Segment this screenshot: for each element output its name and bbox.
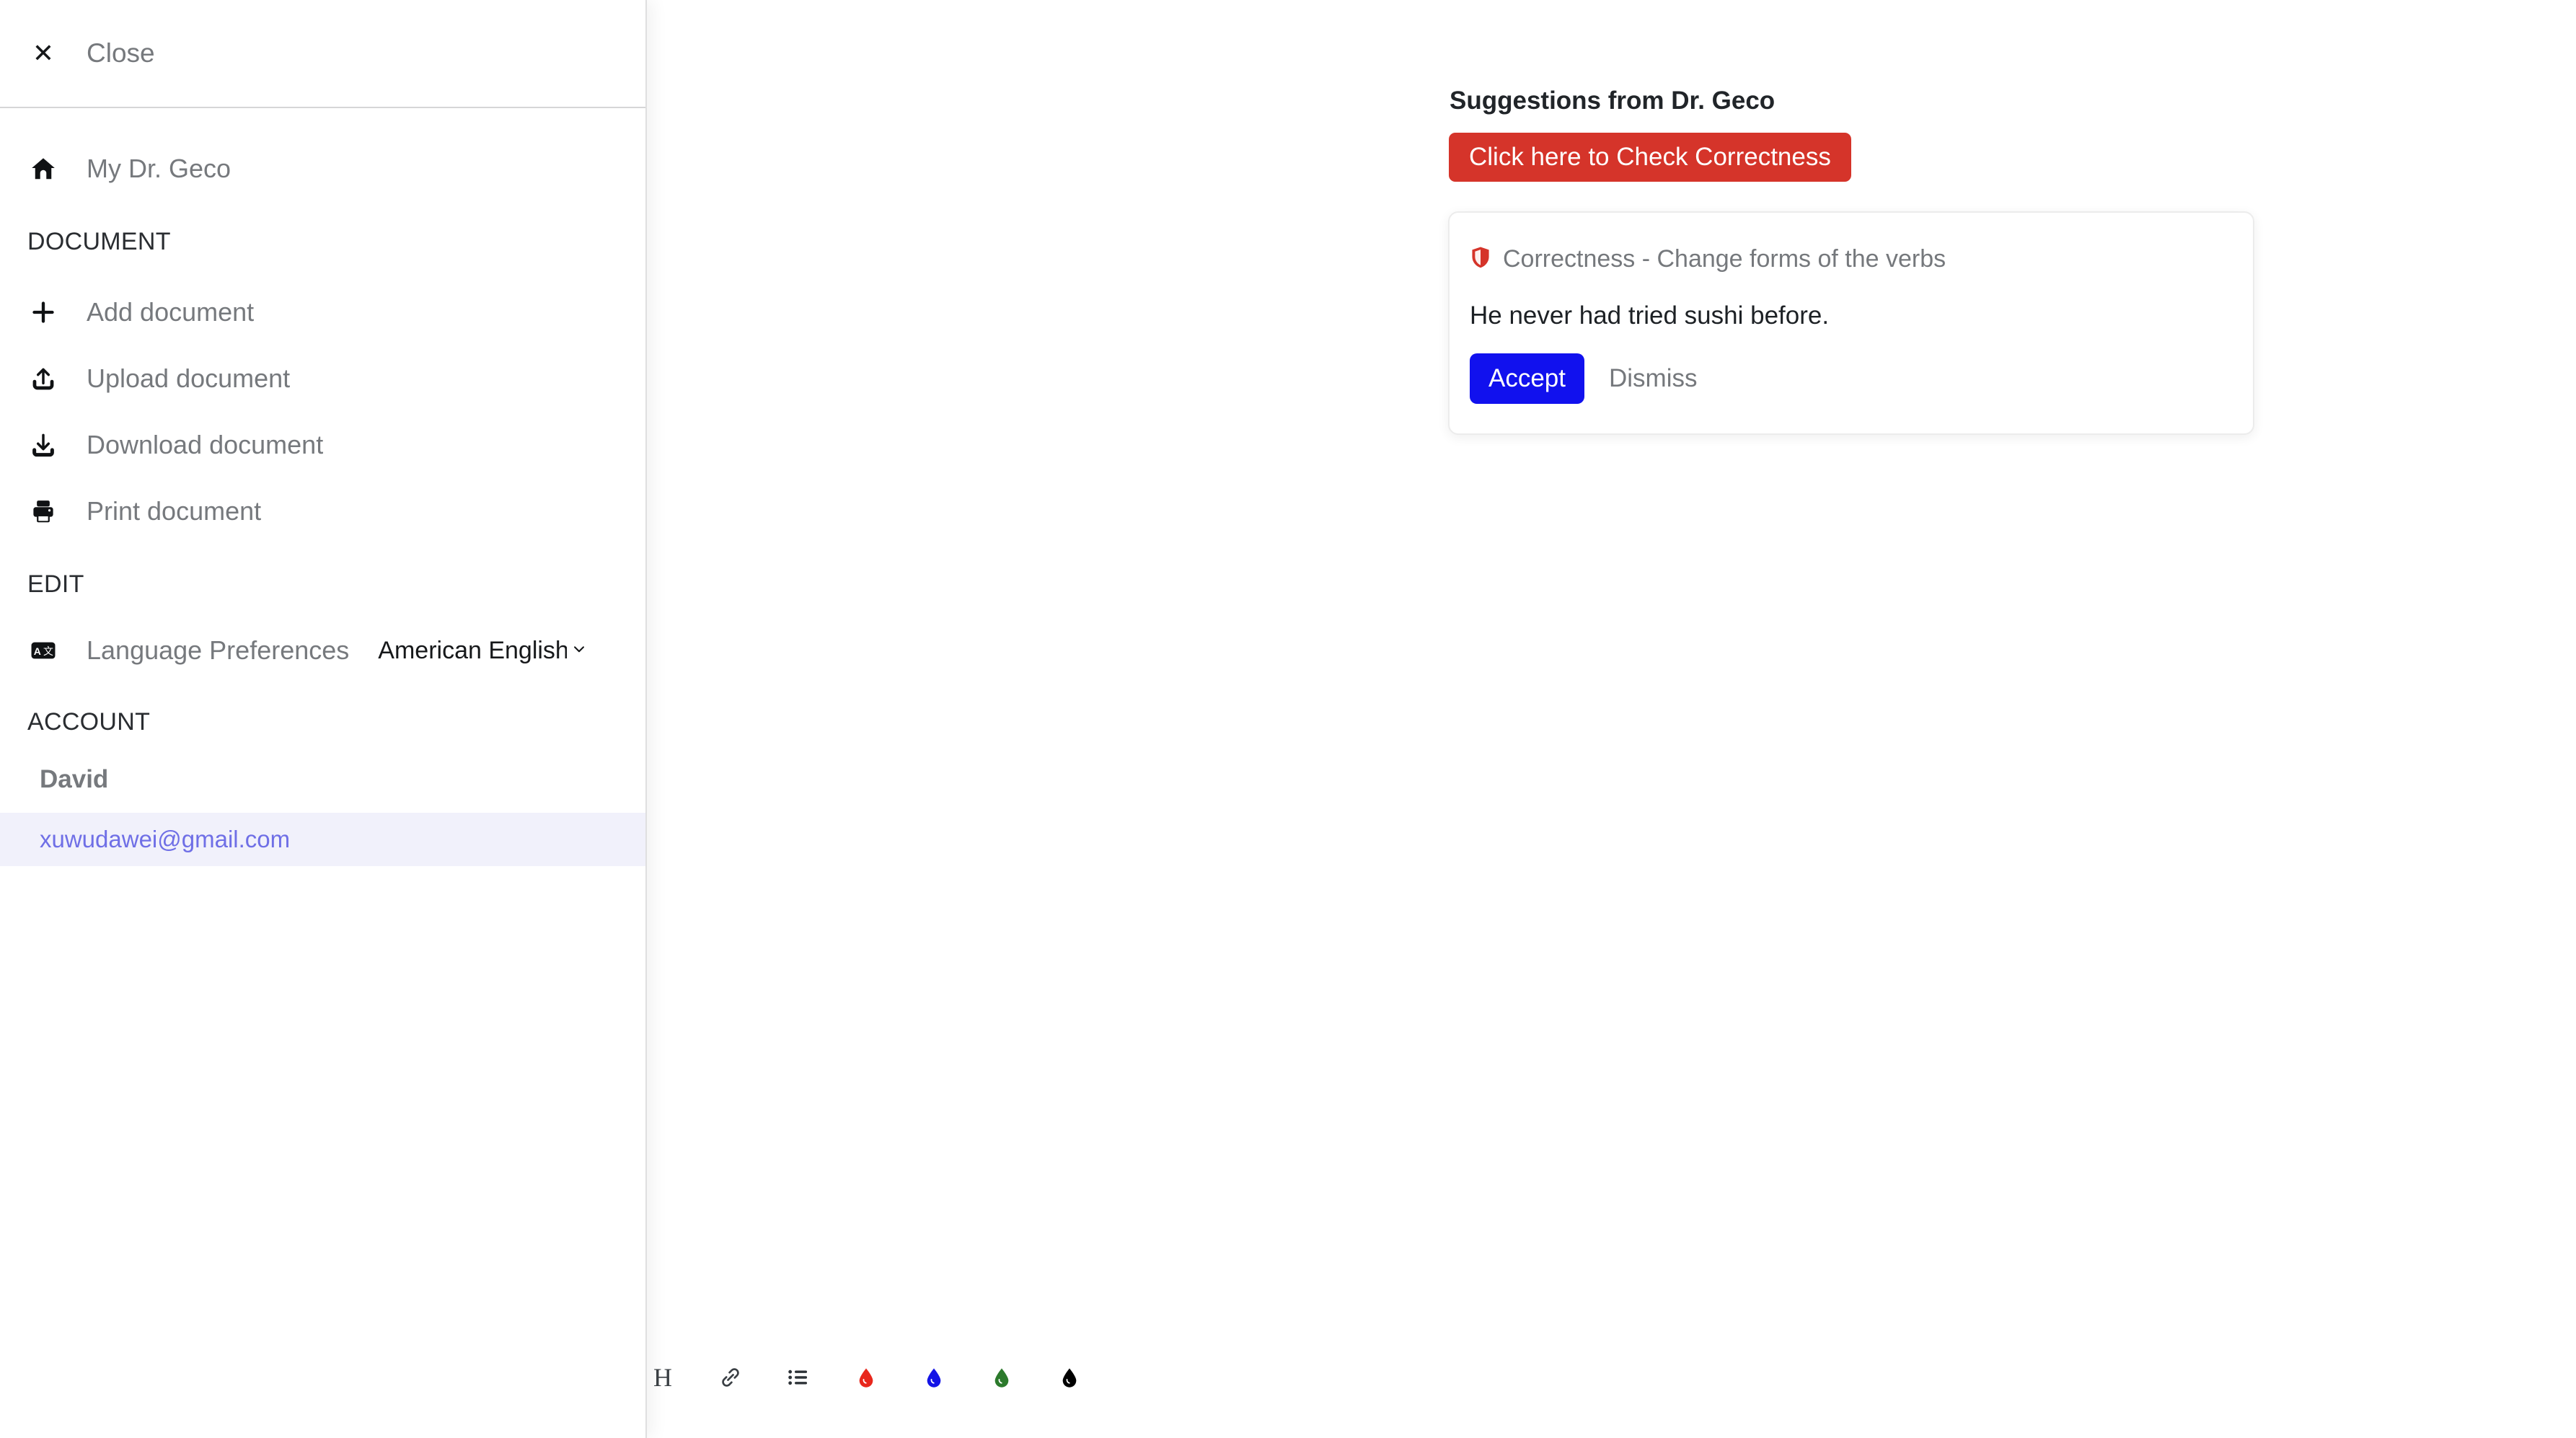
- settings-drawer: ✕ Close My Dr. Geco DOCUMENT Add documen…: [0, 0, 647, 1438]
- account-email: xuwudawei@gmail.com: [40, 826, 291, 852]
- suggestion-actions: Accept Dismiss: [1470, 353, 1701, 404]
- nav-item-add-document[interactable]: Add document: [0, 279, 645, 345]
- heading-glyph: H: [653, 1363, 672, 1392]
- suggestion-card: Correctness - Change forms of the verbs …: [1448, 211, 2254, 435]
- printer-icon: [0, 498, 87, 525]
- highlight-blue-icon[interactable]: [920, 1364, 948, 1391]
- suggestion-category-label: Correctness - Change forms of the verbs: [1503, 245, 1946, 273]
- shield-icon: [1470, 246, 1491, 273]
- svg-text:A: A: [34, 645, 41, 657]
- nav-item-label: Language Preferences: [87, 635, 350, 665]
- language-select[interactable]: American English: [378, 637, 588, 665]
- accept-button[interactable]: Accept: [1470, 353, 1584, 404]
- highlight-red-icon[interactable]: [852, 1364, 880, 1391]
- section-header-edit: EDIT: [27, 570, 84, 598]
- heading-icon[interactable]: H: [649, 1364, 676, 1391]
- check-correctness-button[interactable]: Click here to Check Correctness: [1449, 133, 1851, 182]
- translate-icon: A 文: [0, 639, 87, 662]
- suggestion-category: Correctness - Change forms of the verbs: [1470, 245, 1946, 273]
- bullet-list-icon[interactable]: [785, 1364, 812, 1391]
- nav-item-language-preferences[interactable]: A 文 Language Preferences American Englis…: [0, 617, 645, 684]
- close-label[interactable]: Close: [87, 38, 155, 69]
- nav-item-upload-document[interactable]: Upload document: [0, 345, 645, 412]
- link-icon[interactable]: [717, 1364, 744, 1391]
- nav-item-label: Add document: [87, 297, 255, 327]
- section-header-account: ACCOUNT: [27, 708, 151, 736]
- nav-item-label: My Dr. Geco: [87, 154, 231, 183]
- home-icon: [0, 155, 87, 182]
- nav-item-download-document[interactable]: Download document: [0, 412, 645, 478]
- nav-item-my-dr-geco[interactable]: My Dr. Geco: [0, 136, 645, 202]
- nav-item-print-document[interactable]: Print document: [0, 478, 645, 544]
- nav-item-label: Upload document: [87, 363, 291, 393]
- close-icon[interactable]: ✕: [0, 40, 87, 66]
- highlight-black-icon[interactable]: [1056, 1364, 1083, 1391]
- nav-item-label: Download document: [87, 430, 324, 459]
- chevron-down-icon: [570, 640, 588, 662]
- language-select-value: American English: [378, 636, 568, 664]
- nav-item-label: Print document: [87, 496, 262, 526]
- highlight-green-icon[interactable]: [988, 1364, 1015, 1391]
- app-root: fore. H: [0, 0, 2576, 1438]
- svg-text:文: 文: [43, 646, 53, 658]
- suggestion-sentence: He never had tried sushi before.: [1470, 301, 1830, 330]
- account-email-row[interactable]: xuwudawei@gmail.com: [0, 813, 645, 866]
- drawer-header: ✕ Close: [0, 0, 645, 108]
- plus-icon: [0, 298, 87, 327]
- suggestions-panel-title: Suggestions from Dr. Geco: [1450, 87, 1776, 115]
- dismiss-button[interactable]: Dismiss: [1605, 364, 1701, 393]
- download-icon: [0, 431, 87, 459]
- section-header-document: DOCUMENT: [27, 228, 171, 255]
- upload-icon: [0, 365, 87, 392]
- format-toolbar: H: [649, 1357, 1083, 1398]
- account-user-name: David: [40, 765, 109, 793]
